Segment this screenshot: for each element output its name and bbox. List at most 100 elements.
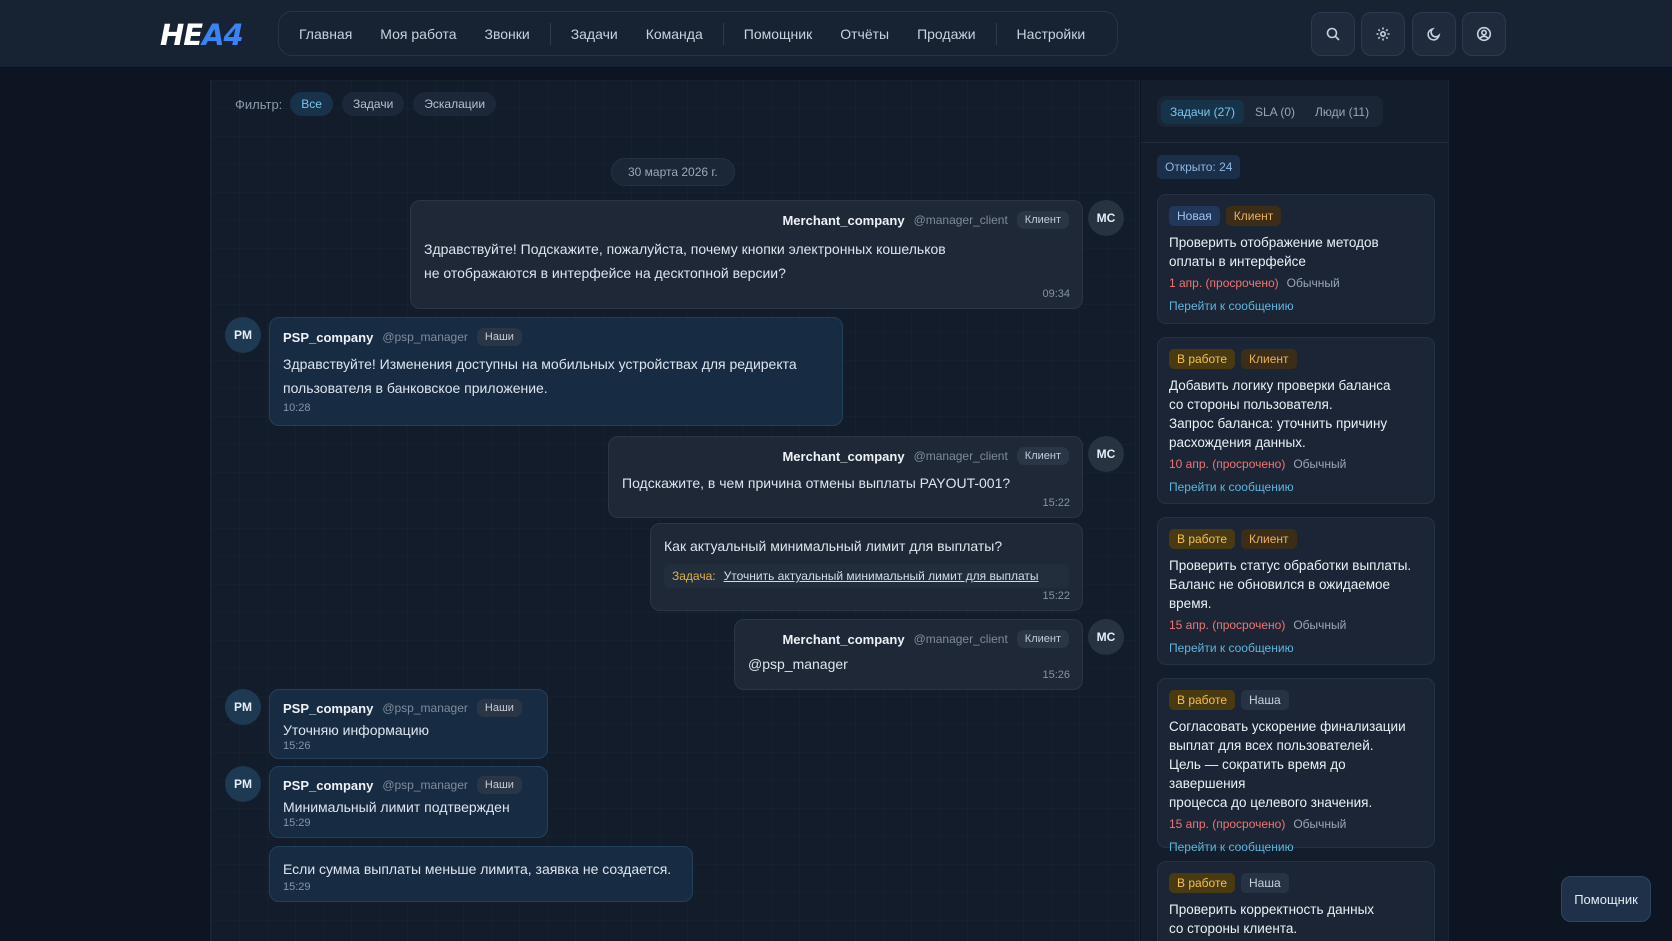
nav-item-sales[interactable]: Продажи (917, 26, 975, 42)
nav-divider (549, 22, 551, 45)
filter-chip-escalations[interactable]: Эскалации (413, 92, 497, 116)
go-to-message-link[interactable]: Перейти к сообщению (1169, 480, 1423, 494)
message-author[interactable]: PSP_company (283, 701, 373, 716)
message-handle: @psp_manager (382, 701, 468, 715)
role-badge: Наши (476, 699, 522, 717)
status-badge: В работе (1169, 690, 1236, 710)
nav-item-my-work[interactable]: Моя работа (380, 26, 456, 42)
priority: Обычный (1293, 618, 1347, 632)
message-text: Здравствуйте! Изменения доступны на моби… (283, 356, 797, 396)
priority: Обычный (1293, 817, 1347, 831)
nav-item-home[interactable]: Главная (299, 26, 352, 42)
top-bar: HEA4 Главная Моя работа Звонки Задачи Ко… (0, 0, 1672, 68)
sidebar-tabs: Задачи (27) SLA (0) Люди (11) (1157, 96, 1383, 127)
go-to-message-link[interactable]: Перейти к сообщению (1169, 641, 1423, 655)
message-author[interactable]: Merchant_company (782, 213, 904, 228)
message-time: 10:28 (283, 402, 311, 414)
go-to-message-link[interactable]: Перейти к сообщению (1169, 299, 1423, 313)
nav-item-settings[interactable]: Настройки (1017, 26, 1086, 42)
chat-message[interactable]: Как актуальный минимальный лимит для вып… (650, 523, 1083, 611)
avatar[interactable]: PM (225, 317, 261, 353)
chat-message[interactable]: PSP_company @psp_manager Наши Минимальны… (269, 766, 548, 838)
task-card[interactable]: В работе Наша Проверить корректность дан… (1157, 861, 1435, 941)
tab-sla[interactable]: SLA (0) (1246, 100, 1304, 124)
message-text: Здравствуйте! Подскажите, пожалуйста, по… (424, 241, 946, 281)
message-header: PSP_company @psp_manager Наши (283, 328, 829, 346)
main-nav: Главная Моя работа Звонки Задачи Команда… (278, 11, 1118, 56)
message-handle: @manager_client (913, 213, 1008, 227)
nav-item-assistant[interactable]: Помощник (744, 26, 812, 42)
message-header: Merchant_company @manager_client Клиент (424, 211, 1069, 229)
due-date: 1 апр. (просрочено) (1169, 276, 1279, 290)
theme-toggle-button[interactable] (1412, 12, 1456, 56)
role-badge: Клиент (1016, 211, 1069, 229)
task-title: Добавить логику проверки баланса со стор… (1169, 378, 1391, 450)
task-label: Задача: (672, 569, 716, 583)
avatar[interactable]: MC (1088, 619, 1124, 655)
message-header: PSP_company @psp_manager Наши (283, 776, 534, 794)
message-time: 15:26 (283, 740, 311, 752)
nav-divider (722, 22, 724, 45)
avatar[interactable]: MC (1088, 200, 1124, 236)
date-separator: 30 марта 2026 г. (611, 158, 735, 186)
message-text: Если сумма выплаты меньше лимита, заявка… (283, 861, 672, 877)
go-to-message-link[interactable]: Перейти к сообщению (1169, 840, 1423, 854)
filter-chip-all[interactable]: Все (290, 92, 333, 116)
chat-message[interactable]: Если сумма выплаты меньше лимита, заявка… (269, 846, 693, 902)
tab-tasks[interactable]: Задачи (27) (1161, 99, 1244, 124)
status-badge: В работе (1169, 873, 1236, 893)
avatar[interactable]: PM (225, 689, 261, 725)
settings-button[interactable] (1361, 12, 1405, 56)
chat-message[interactable]: PSP_company @psp_manager Наши Уточняю ин… (269, 689, 548, 759)
chat-message[interactable]: PSP_company @psp_manager Наши Здравствуй… (269, 317, 843, 426)
message-author[interactable]: Merchant_company (782, 632, 904, 647)
message-header: Merchant_company @manager_client Клиент (622, 447, 1069, 465)
message-time: 15:29 (283, 881, 311, 893)
message-text: Уточняю информацию (283, 722, 430, 738)
task-title: Проверить отображение методов оплаты в и… (1169, 235, 1379, 269)
app-logo[interactable]: HEA4 (160, 18, 244, 52)
role-badge: Наши (476, 328, 522, 346)
chat-message[interactable]: Merchant_company @manager_client Клиент … (608, 436, 1083, 518)
message-author[interactable]: PSP_company (283, 778, 373, 793)
nav-item-team[interactable]: Команда (646, 26, 703, 42)
nav-item-tasks[interactable]: Задачи (571, 26, 618, 42)
nav-item-reports[interactable]: Отчёты (840, 26, 889, 42)
status-badge: Новая (1169, 206, 1220, 226)
assistant-button[interactable]: Помощник (1561, 876, 1651, 922)
owner-badge: Наша (1241, 690, 1289, 710)
message-text: Как актуальный минимальный лимит для вып… (664, 538, 1003, 554)
message-time: 15:26 (1042, 669, 1070, 681)
chat-message[interactable]: Merchant_company @manager_client Клиент … (734, 619, 1083, 690)
avatar[interactable]: MC (1088, 436, 1124, 472)
role-badge: Клиент (1016, 630, 1069, 648)
open-count-badge: Открыто: 24 (1157, 155, 1241, 179)
task-card[interactable]: Новая Клиент Проверить отображение метод… (1157, 194, 1435, 324)
nav-item-calls[interactable]: Звонки (484, 26, 529, 42)
filter-chip-tasks[interactable]: Задачи (341, 92, 405, 116)
message-author[interactable]: PSP_company (283, 330, 373, 345)
message-time: 15:22 (1042, 590, 1070, 602)
task-title: Проверить корректность данных со стороны… (1169, 902, 1375, 936)
message-handle: @psp_manager (382, 330, 468, 344)
task-card[interactable]: В работе Клиент Добавить логику проверки… (1157, 337, 1435, 504)
gear-icon (1376, 27, 1390, 41)
message-header: Merchant_company @manager_client Клиент (748, 630, 1069, 648)
task-card[interactable]: В работе Клиент Проверить статус обработ… (1157, 517, 1435, 665)
search-button[interactable] (1311, 12, 1355, 56)
profile-button[interactable] (1462, 12, 1506, 56)
chat-message[interactable]: Merchant_company @manager_client Клиент … (410, 200, 1083, 309)
message-text: Минимальный лимит подтвержден (283, 799, 510, 815)
owner-badge: Клиент (1241, 349, 1297, 369)
role-badge: Клиент (1016, 447, 1069, 465)
owner-badge: Клиент (1225, 206, 1282, 226)
divider (1141, 142, 1449, 143)
task-link[interactable]: Уточнить актуальный минимальный лимит дл… (724, 569, 1039, 583)
task-card[interactable]: В работе Наша Согласовать ускорение фина… (1157, 678, 1435, 854)
message-author[interactable]: Merchant_company (782, 449, 904, 464)
avatar[interactable]: PM (225, 766, 261, 802)
message-handle: @psp_manager (382, 778, 468, 792)
role-badge: Наши (476, 776, 522, 794)
user-icon (1476, 26, 1492, 42)
tab-people[interactable]: Люди (11) (1306, 100, 1378, 124)
